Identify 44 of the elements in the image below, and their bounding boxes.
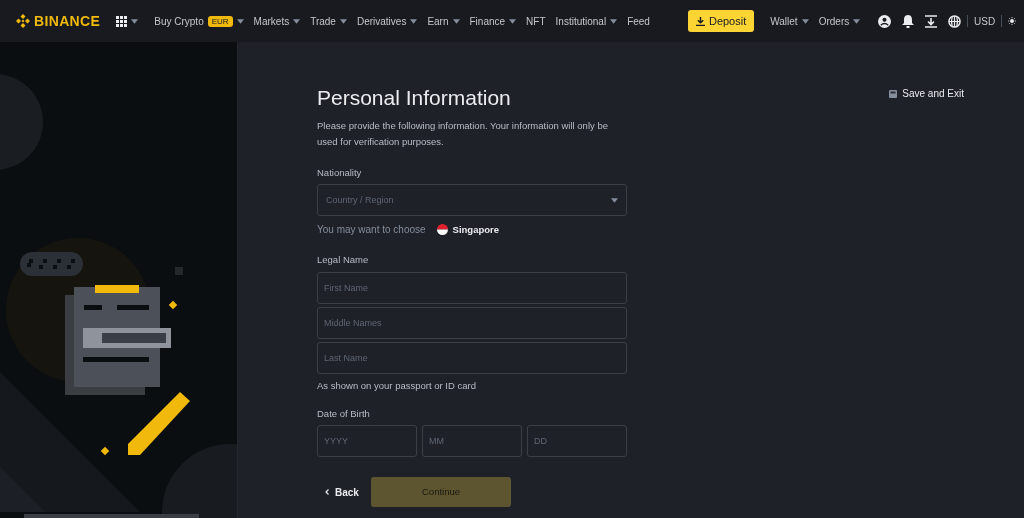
save-icon <box>889 89 898 98</box>
download-icon <box>695 16 705 26</box>
input-field[interactable]: YYYY <box>317 425 417 457</box>
deposit-button[interactable]: Deposit <box>687 10 755 32</box>
input-field[interactable]: DD <box>527 425 627 457</box>
user-icon[interactable] <box>878 14 892 28</box>
chevron-left-icon <box>325 489 329 495</box>
hint-text: As shown on your passport or ID card <box>317 378 477 393</box>
nav-link[interactable]: Markets <box>253 13 290 29</box>
download-icon[interactable] <box>925 14 938 28</box>
nav-link[interactable]: NFT <box>526 13 546 29</box>
nav-link[interactable]: Derivatives <box>356 13 407 29</box>
nav-link[interactable]: Orders <box>818 13 850 29</box>
globe-icon[interactable] <box>948 14 962 28</box>
currency-badge: EUR <box>207 15 233 27</box>
nav-link[interactable]: Institutional <box>555 13 607 29</box>
nav-link[interactable]: Earn <box>427 13 449 29</box>
nav-link[interactable]: Feed <box>627 13 650 29</box>
brand-name[interactable]: BINANCE <box>34 10 101 32</box>
back-link[interactable]: Back <box>317 484 371 500</box>
sun-icon[interactable] <box>1007 16 1016 26</box>
save-exit-link[interactable]: Save and Exit <box>889 86 964 101</box>
nav-link[interactable]: Finance <box>469 13 506 29</box>
input-field[interactable]: First Name <box>317 271 627 304</box>
nav-link[interactable]: Trade <box>310 13 336 29</box>
currency-link[interactable]: USD <box>974 13 996 29</box>
caret-icon <box>131 18 139 24</box>
bell-icon[interactable] <box>902 14 915 28</box>
flag-icon <box>436 224 448 236</box>
input-field[interactable]: Middle Names <box>317 306 627 339</box>
page-title: Personal Information <box>317 85 512 111</box>
field-label: Legal Name <box>317 253 370 268</box>
logo-icon <box>16 14 30 28</box>
field-label: Nationality <box>317 166 363 180</box>
input-field[interactable]: Last Name <box>317 341 627 374</box>
nav-link[interactable]: Buy Crypto <box>154 13 204 29</box>
nav-link[interactable]: Wallet <box>770 13 798 29</box>
country-suggestion-link[interactable]: Singapore <box>436 222 500 237</box>
apps-grid-icon[interactable] <box>116 15 128 27</box>
suggestion-text: You may want to choose <box>317 223 426 238</box>
input-field[interactable]: MM <box>422 425 522 457</box>
intro-text: Please provide the following information. Your information will only be used for verification purposes. <box>317 119 609 149</box>
caret-icon <box>611 197 618 203</box>
field-label: Date of Birth <box>317 406 371 421</box>
